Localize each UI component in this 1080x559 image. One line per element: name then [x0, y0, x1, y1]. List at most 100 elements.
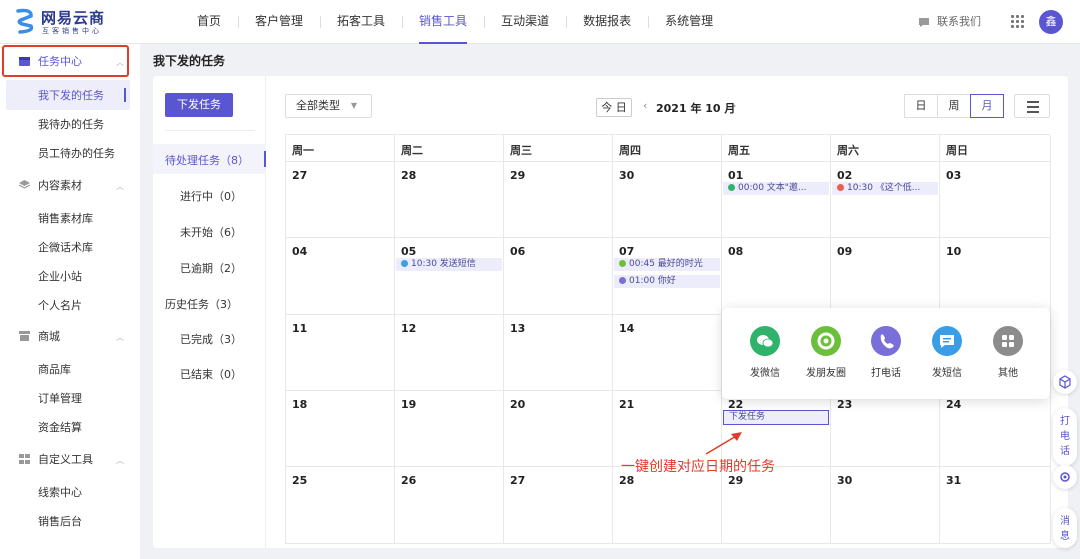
- nav-customer-management[interactable]: 客户管理: [238, 0, 320, 44]
- weekday-header: 周五: [722, 135, 831, 162]
- calendar-day-cell[interactable]: 09: [831, 238, 940, 315]
- calendar-day-cell[interactable]: 29: [504, 162, 613, 238]
- sidebar-item-business-card[interactable]: 个人名片: [38, 297, 82, 313]
- apps-icon: [19, 454, 30, 464]
- calendar-day-cell[interactable]: 07 00:45 最好的时光 01:00 你好: [613, 238, 722, 315]
- contact-us-label: 联系我们: [937, 15, 981, 28]
- calendar-day-cell[interactable]: 05 10:30 发送短信: [395, 238, 504, 315]
- sidebar-item-my-issued-tasks[interactable]: 我下发的任务: [38, 87, 104, 103]
- nav-sales-tools[interactable]: 销售工具: [402, 0, 484, 44]
- calendar-day-cell[interactable]: 30: [831, 467, 940, 544]
- sidebar-item-employee-todo-tasks[interactable]: 员工待办的任务: [38, 145, 115, 161]
- sidebar-item-my-todo-tasks[interactable]: 我待办的任务: [38, 116, 104, 132]
- next-month-arrow-icon[interactable]: ›: [732, 99, 736, 112]
- quick-action-moments[interactable]: 发朋友圈: [796, 326, 856, 379]
- sidebar-item-sales-backend[interactable]: 销售后台: [38, 513, 82, 529]
- sidebar-item-sales-materials[interactable]: 销售素材库: [38, 210, 93, 226]
- type-filter-select[interactable]: 全部类型 ▼: [285, 94, 372, 118]
- call-button[interactable]: 打电话: [1053, 408, 1077, 466]
- calendar-event[interactable]: 00:45 最好的时光: [614, 258, 720, 271]
- weekday-header: 周三: [504, 135, 613, 162]
- calendar-day-cell[interactable]: 18: [286, 391, 395, 467]
- calendar-day-cell[interactable]: 28: [395, 162, 504, 238]
- calendar-day-cell[interactable]: 01 00:00 文本"邀...: [722, 162, 831, 238]
- calendar-event[interactable]: 00:00 文本"邀...: [723, 182, 829, 195]
- day-number: 30: [619, 169, 635, 182]
- status-completed[interactable]: 已完成（3）: [180, 331, 242, 347]
- nav-interaction-channels[interactable]: 互动渠道: [484, 0, 566, 44]
- day-number: 19: [401, 398, 417, 411]
- view-week-button[interactable]: 周: [937, 94, 971, 118]
- calendar-day-cell[interactable]: 14: [613, 315, 722, 391]
- clock-icon: [837, 184, 844, 191]
- logo-title: 网易云商: [41, 9, 106, 27]
- calendar-day-cell[interactable]: 02 10:30 《这个低...: [831, 162, 940, 238]
- calendar-day-cell[interactable]: 23: [831, 391, 940, 467]
- calendar-day-cell[interactable]: 03: [940, 162, 1051, 238]
- calendar-day-cell[interactable]: 04: [286, 238, 395, 315]
- calendar-day-cell[interactable]: 19: [395, 391, 504, 467]
- calendar-event[interactable]: 10:30 《这个低...: [832, 182, 938, 195]
- calendar-day-cell[interactable]: 06: [504, 238, 613, 315]
- prev-month-arrow-icon[interactable]: ‹: [643, 99, 647, 112]
- status-pending[interactable]: 待处理任务（8）: [165, 152, 249, 168]
- message-button[interactable]: 消息: [1053, 508, 1077, 548]
- sidebar-item-order-management[interactable]: 订单管理: [38, 390, 82, 406]
- contact-us-link[interactable]: 联系我们: [918, 0, 981, 44]
- day-number: 21: [619, 398, 635, 411]
- create-task-button[interactable]: 下发任务: [165, 93, 233, 117]
- calendar-day-cell[interactable]: 10: [940, 238, 1051, 315]
- status-history[interactable]: 历史任务（3）: [165, 296, 238, 312]
- status-in-progress[interactable]: 进行中（0）: [180, 188, 242, 204]
- list-view-button[interactable]: [1014, 94, 1050, 118]
- sidebar-item-lead-center[interactable]: 线索中心: [38, 484, 82, 500]
- calendar-day-cell[interactable]: 25: [286, 467, 395, 544]
- view-day-button[interactable]: 日: [904, 94, 938, 118]
- calendar-day-cell[interactable]: 12: [395, 315, 504, 391]
- nav-prospecting-tools[interactable]: 拓客工具: [320, 0, 402, 44]
- calendar-day-cell[interactable]: 29: [722, 467, 831, 544]
- calendar-event[interactable]: 10:30 发送短信: [396, 258, 502, 271]
- calendar-day-cell[interactable]: 28: [613, 467, 722, 544]
- calendar-day-cell[interactable]: 31: [940, 467, 1051, 544]
- calendar-event[interactable]: 01:00 你好: [614, 275, 720, 288]
- sidebar-item-settlement[interactable]: 资金结算: [38, 419, 82, 435]
- sidebar-group-custom-tools[interactable]: 自定义工具 ︿: [0, 444, 140, 474]
- sidebar-group-store[interactable]: 商城 ︿: [0, 321, 140, 351]
- cube-icon[interactable]: [1053, 370, 1077, 394]
- nav-data-reports[interactable]: 数据报表: [566, 0, 648, 44]
- caret-down-icon: ▼: [350, 101, 357, 110]
- status-overdue[interactable]: 已逾期（2）: [180, 260, 242, 276]
- calendar-day-cell[interactable]: 08: [722, 238, 831, 315]
- quick-action-sms[interactable]: 发短信: [917, 326, 977, 379]
- logo[interactable]: 网易云商 互客销售中心: [14, 6, 114, 38]
- sidebar-item-company-site[interactable]: 企业小站: [38, 268, 82, 284]
- nav-home[interactable]: 首页: [180, 0, 238, 44]
- settings-gear-icon[interactable]: [1053, 465, 1077, 489]
- sidebar-item-product-library[interactable]: 商品库: [38, 361, 71, 377]
- calendar-day-cell[interactable]: 27: [286, 162, 395, 238]
- sidebar-group-content[interactable]: 内容素材 ︿: [0, 170, 140, 200]
- day-number: 24: [946, 398, 962, 411]
- today-button[interactable]: 今 日: [596, 98, 632, 117]
- calendar-day-cell[interactable]: 24: [940, 391, 1051, 467]
- avatar[interactable]: 鑫: [1039, 10, 1063, 34]
- view-month-button[interactable]: 月: [970, 94, 1004, 118]
- moments-icon: [811, 326, 841, 356]
- nav-system-management[interactable]: 系统管理: [648, 0, 730, 44]
- status-not-started[interactable]: 未开始（6）: [180, 224, 242, 240]
- sidebar-item-wecom-scripts[interactable]: 企微话术库: [38, 239, 93, 255]
- status-ended[interactable]: 已结束（0）: [180, 366, 242, 382]
- quick-action-more-apps[interactable]: 其他: [978, 326, 1038, 379]
- calendar-day-cell[interactable]: 30: [613, 162, 722, 238]
- calendar-day-cell[interactable]: 20: [504, 391, 613, 467]
- weekday-header: 周日: [940, 135, 1051, 162]
- calendar-day-cell[interactable]: 11: [286, 315, 395, 391]
- quick-action-wechat[interactable]: 发微信: [735, 326, 795, 379]
- calendar-day-cell[interactable]: 13: [504, 315, 613, 391]
- calendar-day-cell[interactable]: 27: [504, 467, 613, 544]
- app-grid-icon[interactable]: [1011, 15, 1024, 28]
- quick-action-phone[interactable]: 打电话: [856, 326, 916, 379]
- new-task-chip[interactable]: 下发任务: [723, 410, 829, 425]
- calendar-day-cell[interactable]: 26: [395, 467, 504, 544]
